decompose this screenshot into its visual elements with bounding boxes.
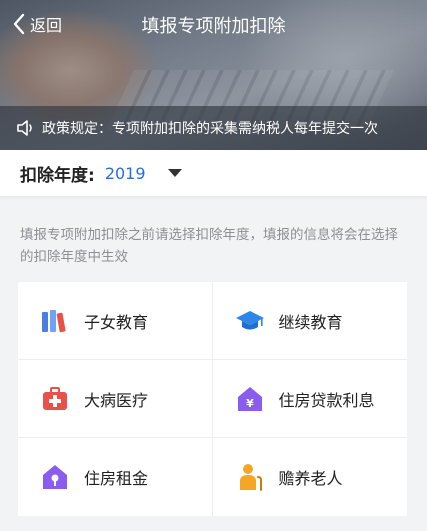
top-navigation-bar: 返回 填报专项附加扣除 xyxy=(0,0,427,48)
deduction-category-grid: 子女教育 继续教育 大病医疗 ¥ 住房贷款利息 住房租金 赡养老人 xyxy=(18,282,407,516)
year-label: 扣除年度: xyxy=(20,165,95,186)
category-label: 住房租金 xyxy=(84,469,149,488)
elderly-person-icon xyxy=(235,462,265,492)
category-serious-illness-medical[interactable]: 大病医疗 xyxy=(18,360,213,438)
category-label: 继续教育 xyxy=(278,312,343,332)
year-dropdown-toggle[interactable] xyxy=(167,169,182,177)
category-label: 住房贷款利息 xyxy=(278,390,375,410)
graduation-cap-icon xyxy=(235,306,265,336)
deduction-year-selector[interactable]: 扣除年度: 2019 xyxy=(0,150,427,196)
caret-down-icon xyxy=(167,169,182,177)
speaker-icon xyxy=(17,120,32,136)
books-icon xyxy=(40,306,70,336)
svg-text:¥: ¥ xyxy=(246,397,254,410)
policy-notice-bar: 政策规定：专项附加扣除的采集需纳税人每年提交一次 xyxy=(0,106,427,150)
year-hint-text: 填报专项附加扣除之前请选择扣除年度，填报的信息将会在选择的扣除年度中生效 xyxy=(20,227,398,265)
category-housing-rent[interactable]: 住房租金 xyxy=(18,438,213,516)
house-key-icon xyxy=(40,462,70,492)
category-children-education[interactable]: 子女教育 xyxy=(18,282,213,360)
category-continuing-education[interactable]: 继续教育 xyxy=(212,282,407,360)
category-housing-loan-interest[interactable]: ¥ 住房贷款利息 xyxy=(212,360,407,438)
house-yen-icon: ¥ xyxy=(235,384,265,414)
category-label: 子女教育 xyxy=(84,312,149,332)
medical-kit-icon xyxy=(40,384,70,414)
category-label: 赡养老人 xyxy=(278,469,343,488)
page-title: 填报专项附加扣除 xyxy=(141,16,286,37)
category-elderly-support[interactable]: 赡养老人 xyxy=(213,438,408,516)
category-label: 大病医疗 xyxy=(84,390,149,410)
policy-notice-text: 政策规定：专项附加扣除的采集需纳税人每年提交一次 xyxy=(42,121,378,137)
year-value[interactable]: 2019 xyxy=(105,164,146,183)
